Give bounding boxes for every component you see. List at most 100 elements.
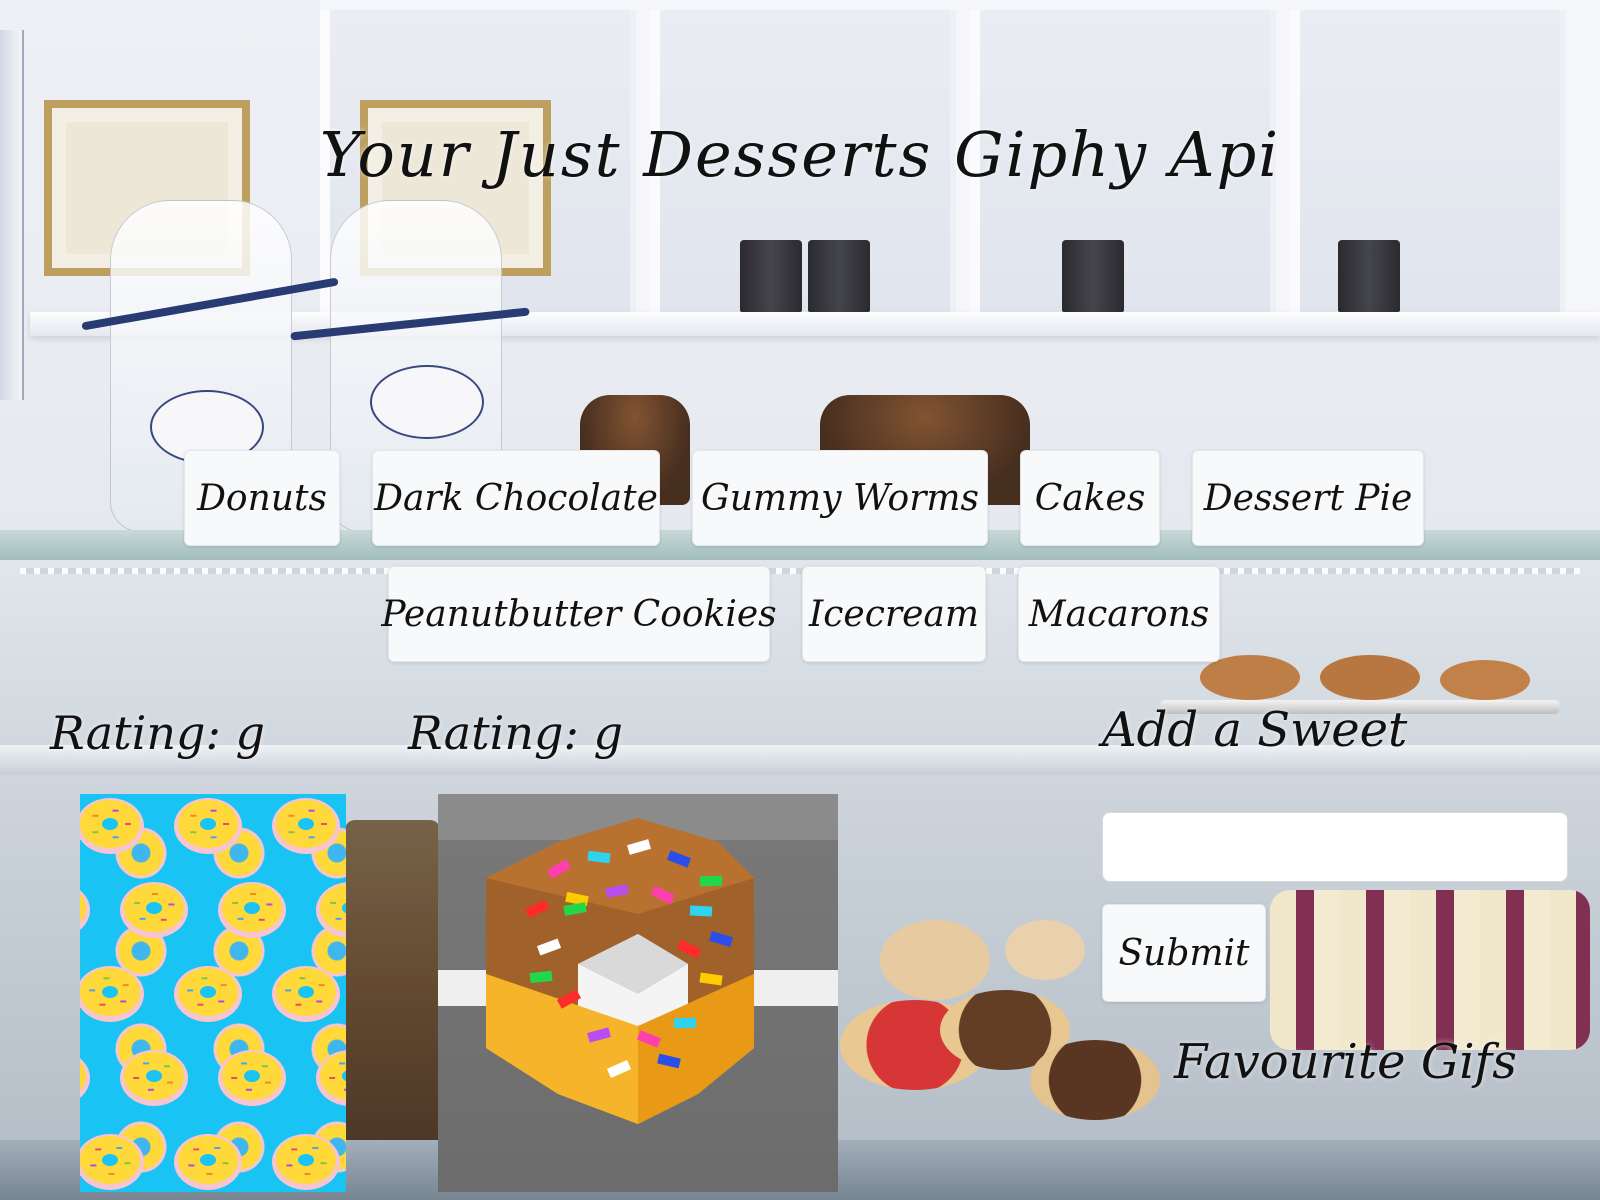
sprinkle <box>147 1088 154 1091</box>
sprinkle <box>288 831 295 834</box>
sprinkle <box>261 1065 268 1068</box>
gif-rating: Rating: g <box>50 706 265 760</box>
sprinkle <box>329 1076 336 1079</box>
topic-button-dessert-pie[interactable]: Dessert Pie <box>1192 450 1424 546</box>
donut-hole <box>298 986 314 998</box>
topic-button-cakes[interactable]: Cakes <box>1020 450 1160 546</box>
favourite-gifs-list <box>1102 1110 1572 1200</box>
gif-rating: Rating: g <box>408 706 623 760</box>
donut-hole <box>102 986 118 998</box>
submit-button[interactable]: Submit <box>1102 904 1266 1002</box>
sprinkle <box>89 989 96 992</box>
sprinkle <box>237 917 244 920</box>
sprinkle <box>295 1003 302 1006</box>
sprinkle <box>318 984 325 987</box>
sprinkle <box>321 823 327 825</box>
sprinkle <box>286 1164 293 1167</box>
sprinkle <box>312 1147 319 1150</box>
sprinkle <box>143 1062 150 1065</box>
sprinkle <box>112 809 119 812</box>
donut-hole <box>146 902 162 914</box>
sprinkle <box>291 1148 298 1151</box>
page-title: Your Just Desserts Giphy Api <box>319 118 1281 191</box>
sprinkle <box>190 814 197 817</box>
sprinkle <box>206 1172 213 1175</box>
sprinkle <box>95 1148 102 1151</box>
sprinkle <box>124 1162 131 1165</box>
sprinkle <box>125 823 131 825</box>
sprinkle <box>343 1088 346 1091</box>
gif-result-donut-pattern[interactable] <box>80 794 346 1192</box>
sprinkle <box>250 893 257 896</box>
sprinkle <box>339 1062 346 1065</box>
donut-pattern-image <box>80 798 346 1190</box>
sprinkle <box>299 977 306 980</box>
donut-hole <box>244 902 260 914</box>
donut-hole <box>244 1070 260 1082</box>
favourite-gifs-heading: Favourite Gifs <box>1174 1034 1517 1090</box>
sprinkle <box>116 1147 123 1150</box>
topic-button-gummy-worms[interactable]: Gummy Worms <box>692 450 988 546</box>
sprinkle <box>258 918 265 921</box>
sprinkle <box>330 901 337 904</box>
sprinkle <box>90 1164 97 1167</box>
sprinkle <box>210 809 217 812</box>
sprinkle <box>99 1003 106 1006</box>
sprinkle <box>673 1017 697 1029</box>
sprinkle <box>108 1172 115 1175</box>
donut-hole <box>298 1154 314 1166</box>
sprinkle <box>188 1164 195 1167</box>
sprinkle <box>168 903 175 906</box>
topic-button-donuts[interactable]: Donuts <box>184 450 340 546</box>
sprinkle <box>308 809 315 812</box>
sprinkle <box>190 831 197 834</box>
sprinkle <box>214 1147 221 1150</box>
sprinkle <box>689 905 713 917</box>
gif-result-pixel-donut[interactable] <box>438 794 838 1192</box>
sprinkle <box>120 1000 127 1003</box>
add-sweet-heading: Add a Sweet <box>1102 702 1408 758</box>
sprinkle <box>197 1003 204 1006</box>
sprinkle <box>320 1162 327 1165</box>
sprinkle <box>223 823 229 825</box>
donut-hole <box>200 1154 216 1166</box>
sprinkle <box>308 836 315 839</box>
sprinkle <box>699 875 723 887</box>
sprinkle <box>245 1088 252 1091</box>
sprinkle <box>166 1081 173 1084</box>
sprinkle <box>210 836 217 839</box>
sprinkle <box>266 903 273 906</box>
sprinkle <box>201 977 208 980</box>
sprinkle <box>152 893 159 896</box>
sprinkle <box>218 1000 225 1003</box>
sprinkle <box>231 1076 238 1079</box>
sprinkle <box>222 1162 229 1165</box>
sprinkle <box>122 984 129 987</box>
sprinkle <box>139 917 146 920</box>
topic-button-dark-chocolate[interactable]: Dark Chocolate <box>372 450 660 546</box>
sprinkle <box>133 1076 140 1079</box>
donut-hole <box>200 818 216 830</box>
sprinkle <box>112 836 119 839</box>
sprinkle <box>335 917 342 920</box>
sprinkle <box>285 989 292 992</box>
sprinkle <box>232 901 239 904</box>
sprinkle <box>288 814 295 817</box>
sprinkle <box>160 918 167 921</box>
sprinkle <box>103 977 110 980</box>
topic-button-peanutbutter-cookies[interactable]: Peanutbutter Cookies <box>381 566 777 662</box>
sprinkle <box>92 831 99 834</box>
sweet-input[interactable] <box>1102 812 1568 882</box>
sprinkle <box>304 1172 311 1175</box>
sprinkle <box>316 1000 323 1003</box>
donut-hole <box>102 818 118 830</box>
sprinkle <box>134 901 141 904</box>
sprinkle <box>241 1062 248 1065</box>
pixel-donut-image <box>486 818 754 1124</box>
sprinkle <box>220 984 227 987</box>
topic-button-icecream[interactable]: Icecream <box>802 566 986 662</box>
topic-button-macarons[interactable]: Macarons <box>1018 566 1220 662</box>
donut-hole <box>146 1070 162 1082</box>
sprinkle <box>187 989 194 992</box>
sprinkle <box>92 814 99 817</box>
